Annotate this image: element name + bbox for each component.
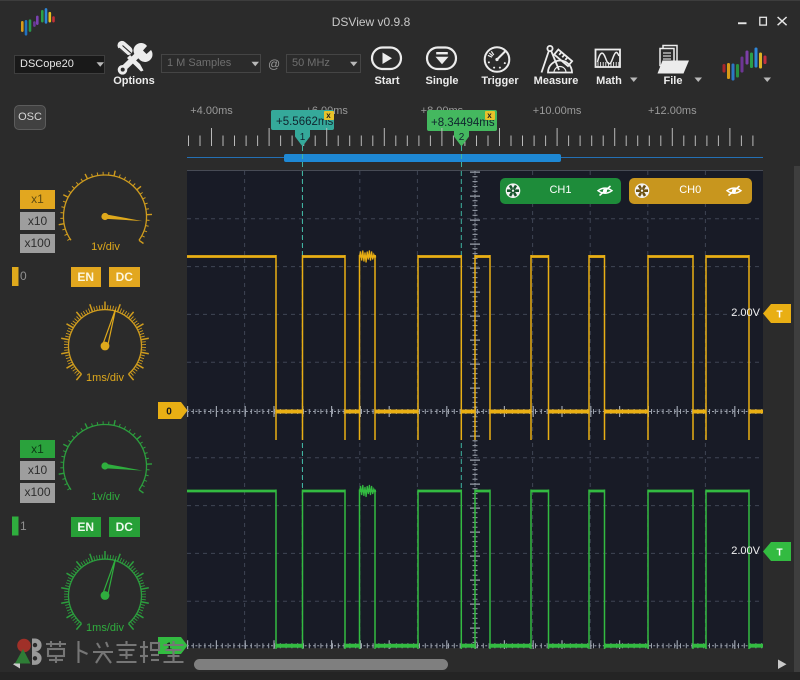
svg-text:0: 0 <box>166 407 172 418</box>
svg-text:T: T <box>776 310 782 321</box>
svg-text:1: 1 <box>300 132 306 143</box>
svg-text:T: T <box>776 548 782 559</box>
svg-text:2: 2 <box>459 132 465 143</box>
